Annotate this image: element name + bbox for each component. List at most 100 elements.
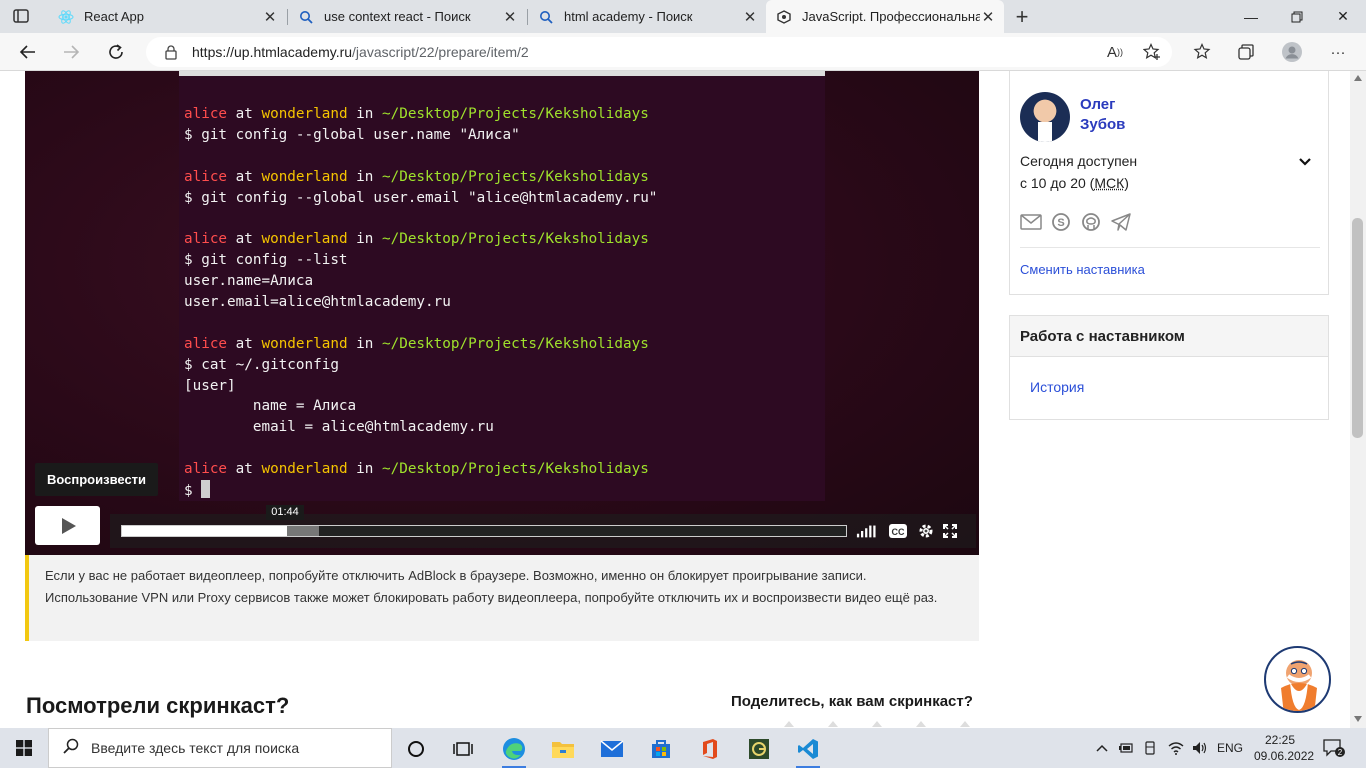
profile-avatar-icon[interactable]: [1281, 42, 1303, 62]
page-scrollbar[interactable]: [1350, 71, 1366, 728]
tab-use-context-search[interactable]: use context react - Поиск ✕: [288, 0, 526, 33]
notifications-icon[interactable]: 2: [1323, 738, 1345, 758]
tab-title: use context react - Поиск: [324, 9, 471, 24]
task-view-icon[interactable]: [443, 732, 483, 766]
terminal-screen: alice at wonderland in ~/Desktop/Project…: [179, 71, 825, 501]
new-tab-button[interactable]: +: [1010, 4, 1034, 29]
scroll-down-icon[interactable]: [1354, 716, 1362, 722]
close-tab-icon[interactable]: ✕: [262, 9, 278, 26]
forward-arrow-icon[interactable]: [58, 39, 84, 65]
tab-javascript-course[interactable]: JavaScript. Профессиональная р ✕: [766, 0, 1004, 33]
volume-tray-icon[interactable]: [1192, 728, 1208, 768]
terminal-line: alice at wonderland in ~/Desktop/Project…: [184, 104, 825, 125]
close-window-icon[interactable]: ✕: [1320, 0, 1366, 33]
video-controls-bar: CC: [110, 514, 976, 548]
reload-icon[interactable]: [103, 39, 129, 65]
mail-app-icon[interactable]: [592, 732, 632, 766]
microsoft-store-icon[interactable]: [641, 732, 681, 766]
taskbar-search-box[interactable]: Введите здесь текст для поиска: [48, 728, 392, 768]
mentor-contacts: S: [1020, 211, 1132, 233]
vscode-icon[interactable]: [788, 732, 828, 768]
video-player[interactable]: alice at wonderland in ~/Desktop/Project…: [25, 71, 979, 555]
terminal-line: $ git config --global user.email "alice@…: [184, 188, 825, 209]
search-icon: [538, 9, 554, 25]
work-with-mentor-card: Работа с наставником История: [1009, 315, 1329, 420]
terminal-line: user.name=Алиса: [184, 271, 825, 292]
browser-toolbar: https://up.htmlacademy.ru/javascript/22/…: [0, 33, 1366, 71]
favorites-icon[interactable]: [1191, 42, 1213, 62]
battery-icon[interactable]: [1118, 728, 1134, 768]
prompt-at: at: [227, 231, 262, 248]
close-tab-icon[interactable]: ✕: [742, 9, 758, 26]
app-icon[interactable]: [739, 732, 779, 766]
device-icon[interactable]: [1144, 728, 1156, 768]
rating-star-icon[interactable]: [916, 721, 926, 727]
url-base: https://up.htmlacademy.ru: [192, 44, 353, 60]
show-hidden-icons[interactable]: [1096, 728, 1108, 768]
prompt-in: in: [347, 335, 382, 352]
restore-icon[interactable]: [1274, 0, 1320, 33]
play-button[interactable]: [35, 506, 100, 545]
history-link[interactable]: История: [1030, 379, 1084, 395]
terminal-line: user.email=alice@htmlacademy.ru: [184, 292, 825, 313]
cortana-icon[interactable]: [396, 732, 436, 766]
add-favorite-icon[interactable]: [1141, 42, 1163, 62]
rating-star-icon[interactable]: [828, 721, 838, 727]
taskbar-clock[interactable]: 22:25 09.06.2022: [1254, 732, 1315, 764]
mentor-first-name: Олег: [1080, 96, 1116, 113]
assistant-mascot-button[interactable]: [1264, 646, 1331, 713]
change-mentor-link[interactable]: Сменить наставника: [1020, 262, 1145, 277]
terminal-line: name = Алиса: [184, 396, 825, 417]
terminal-line: email = alice@htmlacademy.ru: [184, 417, 825, 438]
file-explorer-icon[interactable]: [543, 732, 583, 766]
volume-icon[interactable]: [856, 523, 876, 539]
clock-date: 09.06.2022: [1254, 749, 1315, 763]
video-progress-bar[interactable]: [121, 525, 847, 537]
tab-actions-icon[interactable]: [12, 7, 32, 27]
collections-icon[interactable]: [1235, 42, 1257, 62]
terminal-text: $: [184, 483, 202, 500]
chevron-down-icon[interactable]: [1296, 153, 1314, 171]
settings-gear-icon[interactable]: [916, 523, 936, 539]
skype-icon[interactable]: S: [1050, 211, 1072, 233]
terminal-text: name = Алиса: [184, 398, 357, 415]
back-arrow-icon[interactable]: [15, 39, 41, 65]
address-bar[interactable]: https://up.htmlacademy.ru/javascript/22/…: [146, 37, 1172, 67]
svg-text:CC: CC: [892, 527, 905, 537]
language-indicator[interactable]: ENG: [1217, 728, 1243, 768]
tab-react-app[interactable]: React App ✕: [48, 0, 286, 33]
lock-icon[interactable]: [164, 44, 178, 60]
hours-prefix: с 10 до 20 (: [1020, 175, 1095, 191]
scroll-up-icon[interactable]: [1354, 75, 1362, 81]
more-menu-icon[interactable]: ···: [1327, 42, 1349, 62]
prompt-host: wonderland: [261, 335, 348, 352]
rating-star-icon[interactable]: [784, 721, 794, 727]
tab-html-academy-search[interactable]: html academy - Поиск ✕: [528, 0, 766, 33]
video-notice: Если у вас не работает видеоплеер, попро…: [25, 555, 979, 641]
mentor-hours: с 10 до 20 (МСК): [1020, 175, 1129, 191]
timezone-label[interactable]: МСК: [1094, 175, 1124, 191]
wifi-icon[interactable]: [1168, 728, 1184, 768]
rating-star-icon[interactable]: [960, 721, 970, 727]
github-icon[interactable]: [1080, 211, 1102, 233]
close-tab-icon[interactable]: ✕: [980, 9, 996, 26]
fullscreen-icon[interactable]: [940, 523, 960, 539]
office-icon[interactable]: [690, 732, 730, 766]
scrollbar-thumb[interactable]: [1352, 218, 1363, 438]
mentor-avatar: [1020, 92, 1070, 142]
rating-star-icon[interactable]: [872, 721, 882, 727]
read-aloud-icon[interactable]: A)): [1104, 42, 1126, 62]
edge-browser-icon[interactable]: [494, 732, 534, 768]
terminal-text: user.email=alice@htmlacademy.ru: [184, 294, 451, 311]
telegram-icon[interactable]: [1110, 211, 1132, 233]
terminal-text: [user]: [184, 377, 236, 394]
minimize-icon[interactable]: —: [1228, 0, 1274, 33]
search-icon: [63, 738, 79, 759]
mail-icon[interactable]: [1020, 211, 1042, 233]
mentor-name-link[interactable]: Олег Зубов: [1080, 95, 1125, 135]
captions-icon[interactable]: CC: [888, 523, 908, 539]
windows-start-icon[interactable]: [0, 728, 48, 768]
close-tab-icon[interactable]: ✕: [502, 9, 518, 26]
